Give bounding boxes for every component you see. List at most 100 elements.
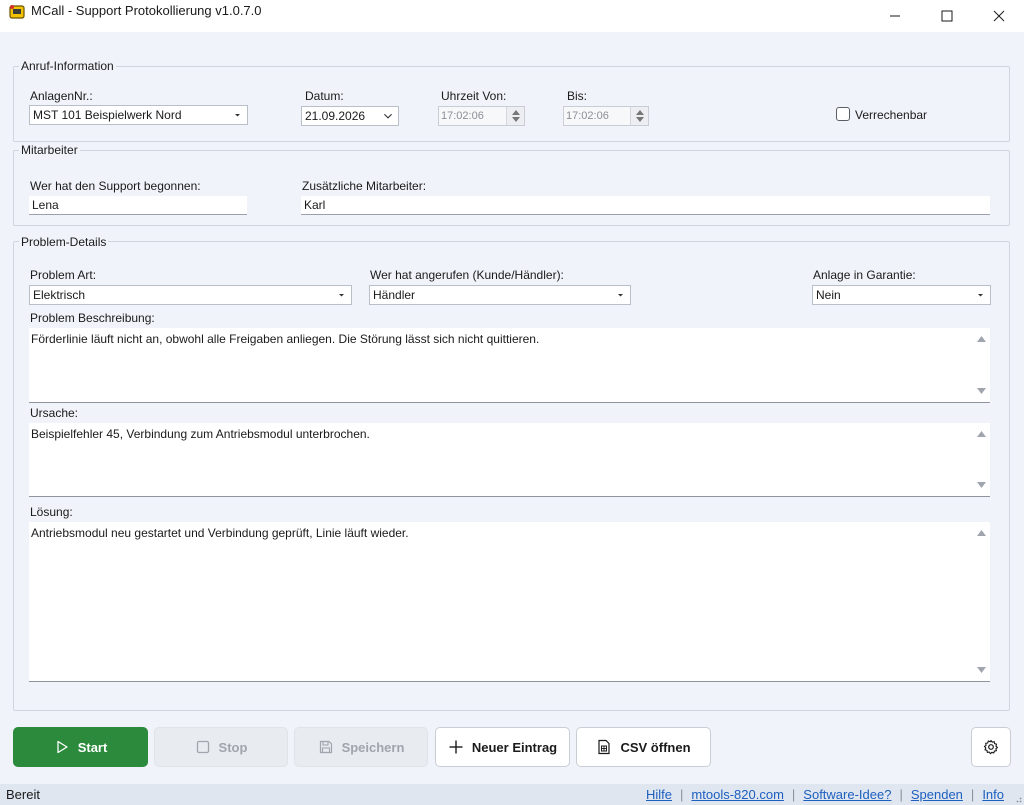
maximize-button[interactable]: [924, 0, 970, 32]
status-bar: Bereit Hilfe | mtools-820.com | Software…: [0, 784, 1024, 805]
warranty-select[interactable]: Nein: [812, 285, 991, 305]
website-link[interactable]: mtools-820.com: [691, 787, 783, 802]
billable-checkbox[interactable]: [836, 107, 850, 121]
save-label: Speichern: [341, 739, 405, 755]
donate-link[interactable]: Spenden: [911, 787, 963, 802]
cause-value: Beispielfehler 45, Verbindung zum Antrie…: [31, 427, 370, 441]
staff-group-label: Mitarbeiter: [19, 143, 80, 157]
minimize-icon: [890, 15, 900, 17]
chevron-up-icon: [636, 110, 644, 115]
chevron-up-icon: [512, 110, 520, 115]
problem-type-label: Problem Art:: [30, 268, 97, 282]
maximize-icon: [941, 10, 953, 22]
settings-button[interactable]: [971, 727, 1011, 767]
time-from-label: Uhrzeit Von:: [441, 89, 507, 103]
time-to-input[interactable]: 17:02:06: [563, 106, 649, 126]
caller-value: Händler: [373, 288, 416, 302]
time-from-value: 17:02:06: [441, 110, 484, 122]
link-separator: |: [970, 787, 975, 802]
link-separator: |: [791, 787, 796, 802]
solution-label: Lösung:: [30, 505, 73, 519]
description-scrollbar[interactable]: [972, 328, 990, 402]
description-value: Förderlinie läuft nicht an, obwohl alle …: [31, 332, 540, 346]
additional-staff-field[interactable]: Karl: [301, 196, 990, 215]
date-picker[interactable]: 21.09.2026: [301, 106, 399, 126]
billable-label[interactable]: Verrechenbar: [855, 108, 927, 122]
csv-open-label: CSV öffnen: [620, 739, 691, 755]
solution-scrollbar[interactable]: [972, 522, 990, 681]
chevron-down-icon: [973, 288, 987, 302]
time-to-spinner[interactable]: [630, 107, 648, 125]
date-value: 21.09.2026: [305, 109, 366, 123]
solution-textarea[interactable]: Antriebsmodul neu gestartet und Verbindu…: [29, 522, 990, 682]
chevron-down-icon: [230, 108, 244, 122]
description-label: Problem Beschreibung:: [30, 311, 155, 325]
cause-label: Ursache:: [30, 406, 79, 420]
chevron-down-icon: [334, 288, 348, 302]
save-button[interactable]: Speichern: [294, 727, 428, 767]
footer-links: Hilfe | mtools-820.com | Software-Idee? …: [646, 787, 1004, 802]
problem-group-label: Problem-Details: [19, 235, 109, 249]
save-icon: [319, 740, 332, 754]
help-link[interactable]: Hilfe: [646, 787, 672, 802]
warranty-label: Anlage in Garantie:: [813, 268, 916, 282]
link-separator: |: [899, 787, 903, 802]
problem-type-value: Elektrisch: [33, 288, 86, 302]
status-text: Bereit: [6, 787, 40, 802]
plant-value: MST 101 Beispielwerk Nord: [33, 108, 182, 122]
cause-scrollbar[interactable]: [972, 423, 990, 496]
date-label: Datum:: [305, 89, 344, 103]
scroll-down-icon[interactable]: [977, 388, 986, 394]
time-from-input[interactable]: 17:02:06: [438, 106, 525, 126]
info-link[interactable]: Info: [982, 787, 1004, 802]
csv-open-button[interactable]: CSV öffnen: [576, 727, 711, 767]
problem-type-select[interactable]: Elektrisch: [29, 285, 352, 305]
scroll-up-icon[interactable]: [977, 530, 986, 536]
minimize-button[interactable]: [872, 0, 918, 32]
plus-icon: [449, 740, 463, 754]
chevron-down-icon: [613, 288, 627, 302]
started-by-field[interactable]: Lena: [29, 196, 247, 215]
software-idea-link[interactable]: Software-Idee?: [803, 787, 891, 802]
link-separator: |: [680, 787, 684, 802]
time-to-value: 17:02:06: [566, 110, 609, 122]
started-by-label: Wer hat den Support begonnen:: [30, 179, 201, 193]
new-entry-button[interactable]: Neuer Eintrag: [435, 727, 570, 767]
call-info-group-label: Anruf-Information: [19, 59, 116, 73]
plant-label: AnlagenNr.:: [30, 89, 93, 103]
chevron-down-icon: [381, 109, 395, 123]
time-from-spinner[interactable]: [506, 107, 524, 125]
warranty-value: Nein: [816, 288, 841, 302]
scroll-up-icon[interactable]: [977, 336, 986, 342]
stop-icon: [196, 740, 209, 754]
start-button[interactable]: Start: [13, 727, 148, 767]
resize-grip-icon[interactable]: [1014, 795, 1022, 803]
play-icon: [57, 740, 68, 754]
additional-staff-label: Zusätzliche Mitarbeiter:: [302, 179, 427, 193]
close-button[interactable]: [976, 0, 1022, 32]
csv-file-icon: [598, 739, 611, 755]
stop-label: Stop: [218, 739, 248, 755]
additional-staff-value: Karl: [304, 198, 326, 212]
description-textarea[interactable]: Förderlinie läuft nicht an, obwohl alle …: [29, 328, 990, 403]
scroll-down-icon[interactable]: [977, 482, 986, 488]
stop-button[interactable]: Stop: [154, 727, 288, 767]
close-icon: [993, 10, 1005, 22]
gear-icon: [983, 739, 999, 755]
scroll-down-icon[interactable]: [977, 667, 986, 673]
caller-label: Wer hat angerufen (Kunde/Händler):: [370, 268, 564, 282]
chevron-down-icon: [636, 117, 644, 122]
caller-select[interactable]: Händler: [369, 285, 631, 305]
window-title: MCall - Support Protokollierung v1.0.7.0: [31, 3, 262, 18]
scroll-up-icon[interactable]: [977, 431, 986, 437]
plant-select[interactable]: MST 101 Beispielwerk Nord: [29, 105, 248, 125]
title-bar: MCall - Support Protokollierung v1.0.7.0: [0, 0, 1024, 32]
started-by-value: Lena: [32, 198, 59, 212]
time-to-label: Bis:: [567, 89, 588, 103]
start-label: Start: [77, 739, 108, 755]
solution-value: Antriebsmodul neu gestartet und Verbindu…: [31, 526, 409, 540]
new-entry-label: Neuer Eintrag: [471, 739, 558, 755]
cause-textarea[interactable]: Beispielfehler 45, Verbindung zum Antrie…: [29, 423, 990, 497]
call-info-group: [13, 66, 1010, 142]
chevron-down-icon: [512, 117, 520, 122]
